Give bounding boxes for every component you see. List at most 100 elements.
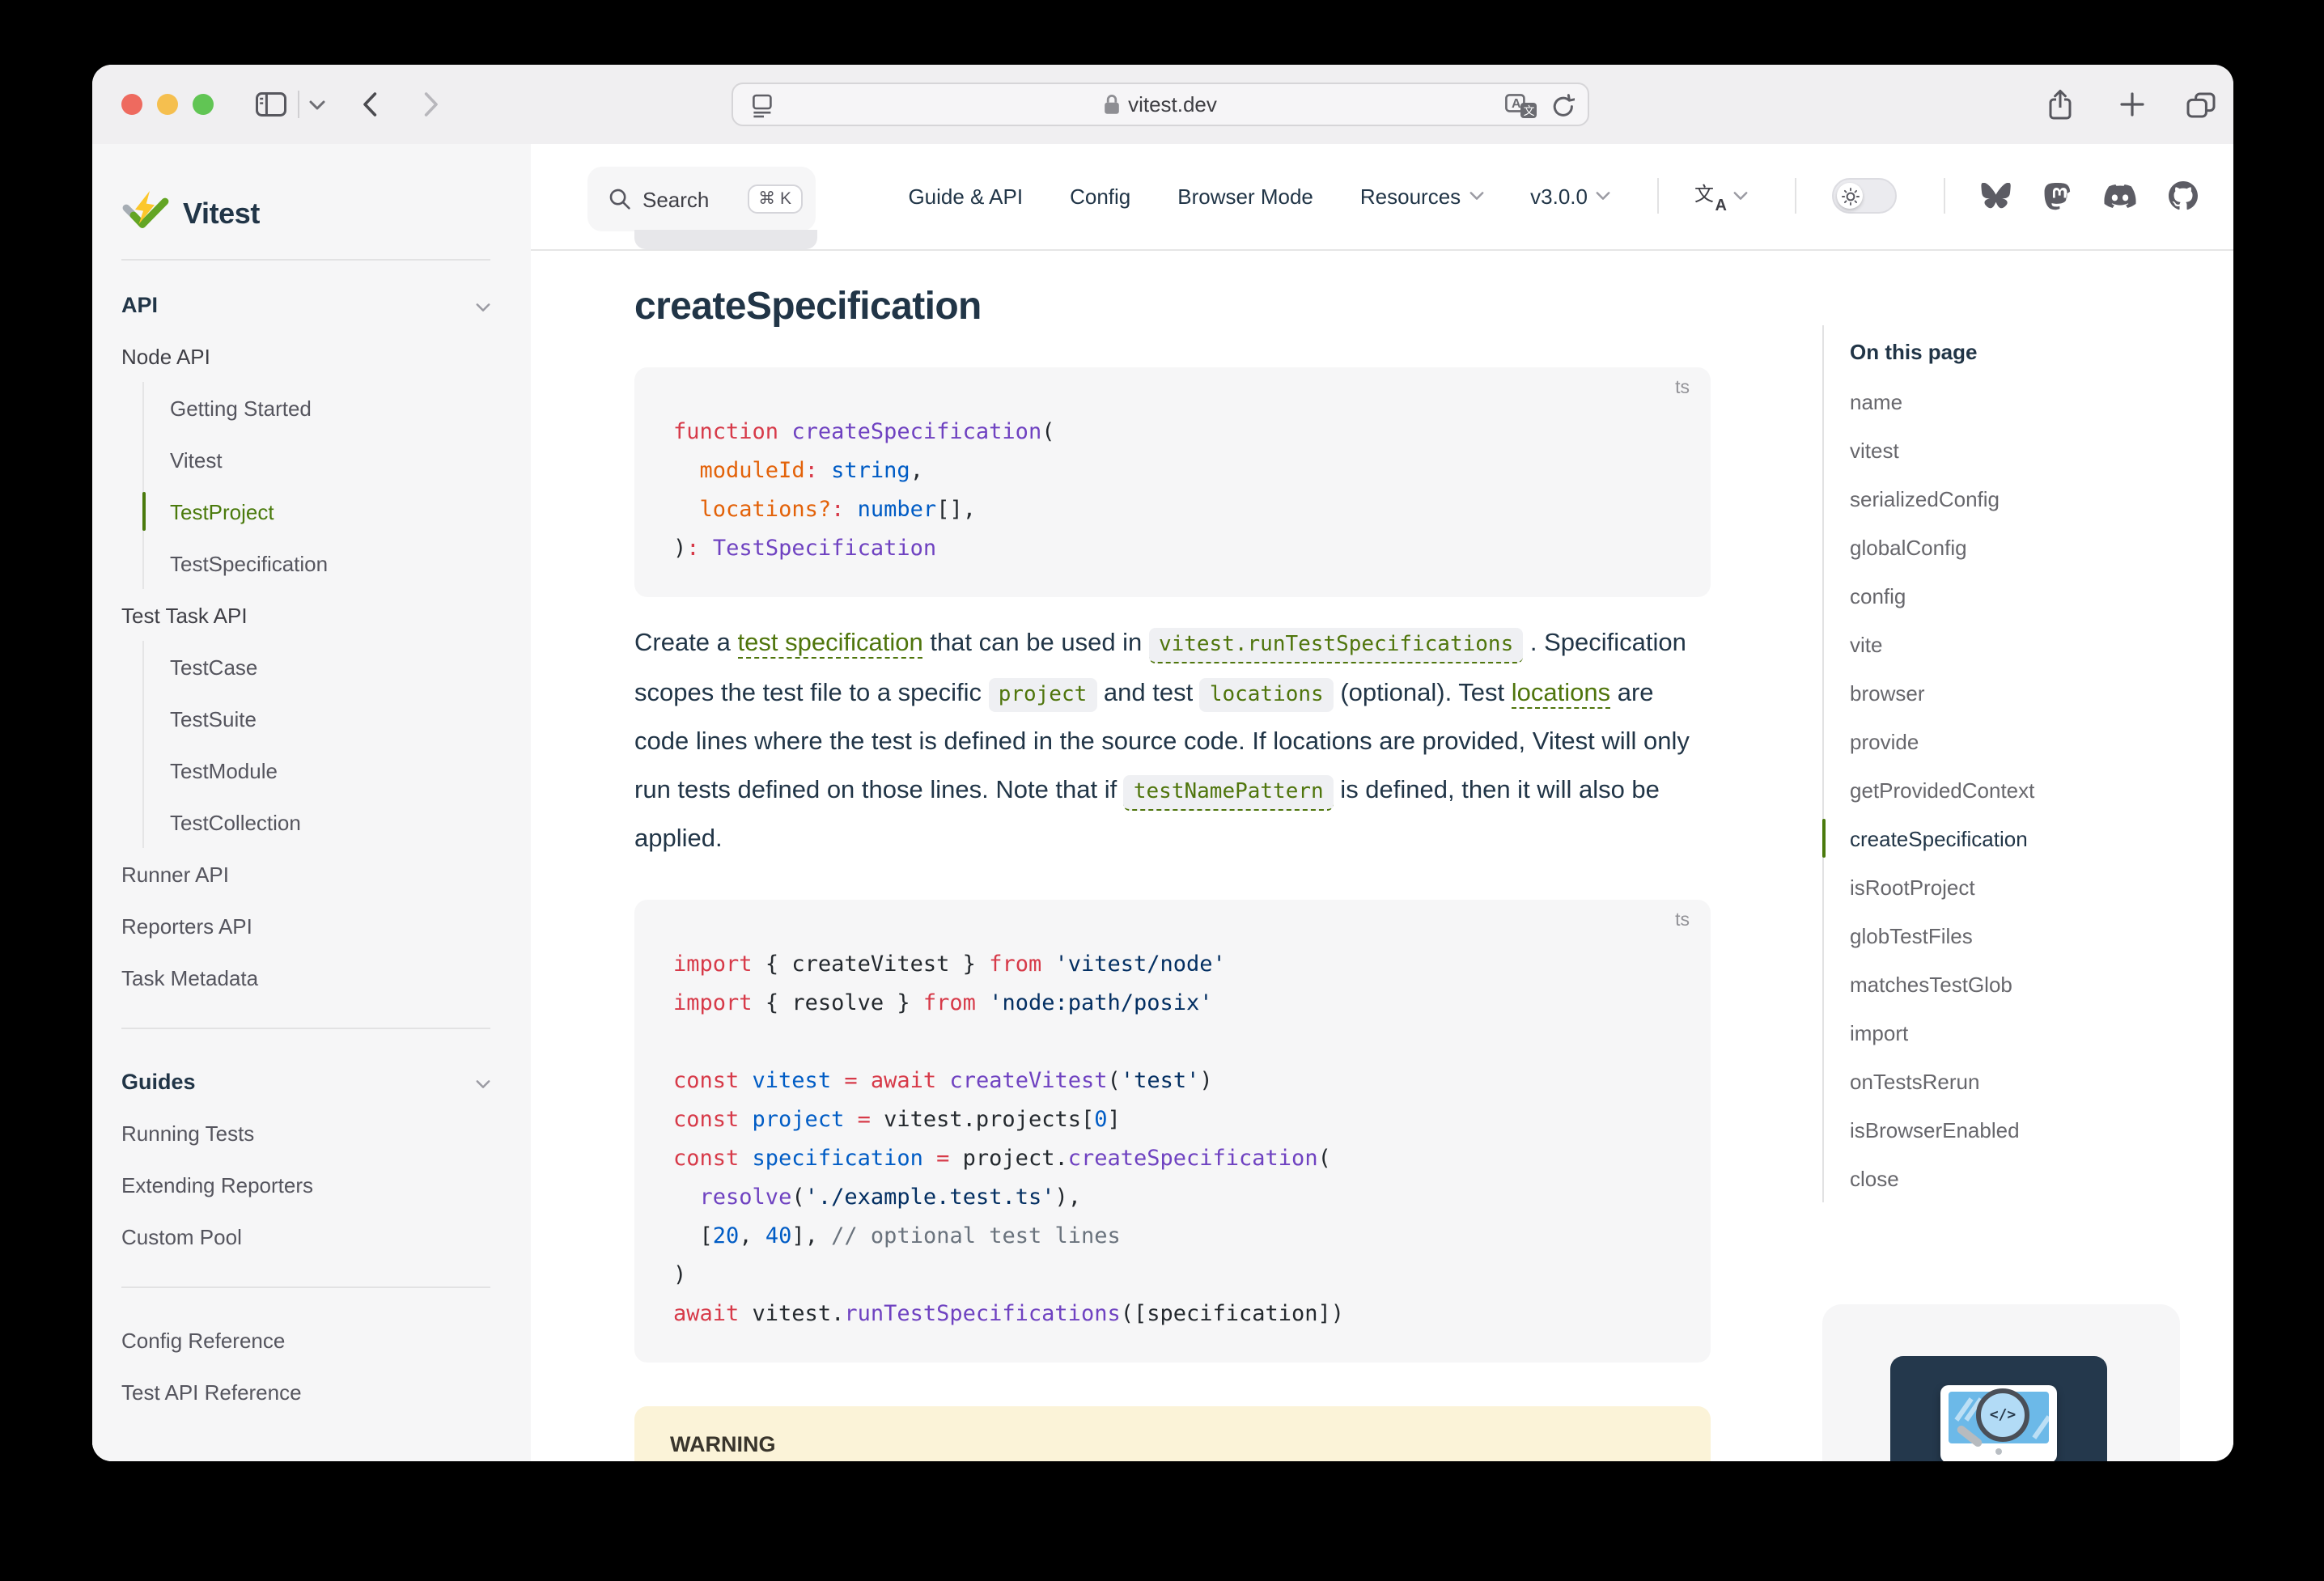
toc-item-globalconfig[interactable]: globalConfig bbox=[1850, 523, 2195, 571]
chevron-down-icon bbox=[1733, 191, 1748, 201]
paragraph-text: (optional). Test bbox=[1334, 679, 1512, 706]
translate-icon[interactable]: A文 bbox=[1503, 66, 1539, 146]
browser-window: vitest.dev A文 bbox=[92, 65, 2233, 1461]
toc-item-import[interactable]: import bbox=[1850, 1008, 2195, 1057]
toc-item-vite[interactable]: vite bbox=[1850, 620, 2195, 668]
new-tab-icon[interactable] bbox=[2115, 65, 2148, 144]
sidebar-item-getting started[interactable]: Getting Started bbox=[170, 382, 490, 434]
sidebar-item-testproject[interactable]: TestProject bbox=[170, 485, 490, 537]
search-input[interactable]: Search ⌘ K bbox=[587, 167, 816, 231]
sidebar-item-testspecification[interactable]: TestSpecification bbox=[170, 537, 490, 589]
sidebar-item-extending-reporters[interactable]: Extending Reporters bbox=[121, 1159, 490, 1210]
share-icon[interactable] bbox=[2044, 65, 2076, 144]
sidebar-item-testcase[interactable]: TestCase bbox=[170, 641, 490, 693]
site-title: Vitest bbox=[183, 197, 260, 231]
code-lang-badge: ts bbox=[1675, 379, 1690, 398]
sidebar-label: Node API bbox=[121, 344, 210, 368]
browser-toolbar: vitest.dev A文 bbox=[92, 65, 2233, 146]
reload-icon[interactable] bbox=[1549, 66, 1578, 146]
theme-toggle-knob bbox=[1837, 183, 1863, 209]
toc-item-name[interactable]: name bbox=[1850, 377, 2195, 426]
example-code-block: ts import { createVitest } from 'vitest/… bbox=[634, 899, 1711, 1362]
header-divider bbox=[1795, 178, 1796, 214]
search-icon bbox=[609, 188, 631, 210]
language-menu[interactable]: 文A bbox=[1694, 182, 1748, 210]
search-placeholder: Search bbox=[642, 187, 709, 211]
sidebar-item-running-tests[interactable]: Running Tests bbox=[121, 1107, 490, 1159]
sidebar: Vitest APINode APIGetting StartedVitestT… bbox=[92, 144, 531, 1461]
sidebar-group-node-api[interactable]: Node API bbox=[121, 330, 490, 382]
sidebar-item-testcollection[interactable]: TestCollection bbox=[170, 796, 490, 848]
mastodon-icon[interactable] bbox=[2044, 181, 2072, 210]
sidebar-section-api[interactable]: API bbox=[121, 278, 490, 330]
zoom-window-button[interactable] bbox=[192, 94, 213, 115]
chevron-down-icon bbox=[1469, 191, 1483, 201]
toc-item-serializedconfig[interactable]: serializedConfig bbox=[1850, 474, 2195, 523]
close-window-button[interactable] bbox=[121, 94, 142, 115]
sidebar-toggle-icon[interactable] bbox=[252, 65, 288, 144]
doc-link[interactable]: test specification bbox=[738, 629, 923, 659]
sponsor-card[interactable]: </> bbox=[1822, 1304, 2180, 1461]
sponsor-illustration: </> bbox=[1890, 1356, 2107, 1461]
url-text: vitest.dev bbox=[1128, 92, 1217, 117]
sidebar-item-vitest[interactable]: Vitest bbox=[170, 434, 490, 485]
sidebar-item-reporters-api[interactable]: Reporters API bbox=[121, 900, 490, 952]
doc-link[interactable]: locations bbox=[1512, 679, 1610, 708]
inline-code-link[interactable]: vitest.runTestSpecifications bbox=[1149, 628, 1523, 663]
sidebar-item-testsuite[interactable]: TestSuite bbox=[170, 693, 490, 744]
address-bar[interactable]: vitest.dev A文 bbox=[732, 83, 1589, 126]
toc-item-globtestfiles[interactable]: globTestFiles bbox=[1850, 911, 2195, 960]
minimize-window-button[interactable] bbox=[156, 94, 177, 115]
discord-icon[interactable] bbox=[2104, 184, 2136, 208]
bluesky-icon[interactable] bbox=[1981, 182, 2012, 210]
page-content: Vitest APINode APIGetting StartedVitestT… bbox=[92, 144, 2233, 1461]
header-divider bbox=[1944, 178, 1945, 214]
chevron-down-icon bbox=[476, 1079, 490, 1088]
sidebar-label: Running Tests bbox=[121, 1121, 254, 1145]
chevron-down-icon bbox=[476, 302, 490, 312]
nav-link-config[interactable]: Config bbox=[1070, 184, 1130, 208]
chevron-down-icon bbox=[1596, 191, 1610, 201]
toc-item-vitest[interactable]: vitest bbox=[1850, 426, 2195, 474]
toc-item-close[interactable]: close bbox=[1850, 1154, 2195, 1202]
vitest-logo-icon bbox=[121, 191, 170, 236]
sidebar-label: API bbox=[121, 292, 158, 316]
sidebar-label: Config Reference bbox=[121, 1328, 285, 1352]
toc-item-isrootproject[interactable]: isRootProject bbox=[1850, 863, 2195, 911]
sidebar-label: Custom Pool bbox=[121, 1224, 242, 1248]
nav-link-browser-mode[interactable]: Browser Mode bbox=[1177, 184, 1313, 208]
back-button[interactable] bbox=[354, 65, 384, 144]
tab-overview-icon[interactable] bbox=[2183, 65, 2219, 144]
nav-link-guide-api[interactable]: Guide & API bbox=[908, 184, 1023, 208]
toc-item-browser[interactable]: browser bbox=[1850, 668, 2195, 717]
github-icon[interactable] bbox=[2169, 181, 2198, 210]
sidebar-item-runner-api[interactable]: Runner API bbox=[121, 848, 490, 900]
toc-item-getprovidedcontext[interactable]: getProvidedContext bbox=[1850, 765, 2195, 814]
sidebar-subitems: Getting StartedVitestTestProjectTestSpec… bbox=[142, 382, 490, 589]
vitest-logo[interactable]: Vitest bbox=[92, 144, 531, 246]
inline-code-link[interactable]: testNamePattern bbox=[1124, 774, 1334, 810]
sidebar-item-test-api-reference[interactable]: Test API Reference bbox=[121, 1366, 490, 1418]
screen: vitest.dev A文 bbox=[0, 0, 2324, 1581]
sidebar-item-task-metadata[interactable]: Task Metadata bbox=[121, 952, 490, 1003]
sidebar-chevron-icon[interactable] bbox=[306, 65, 329, 144]
toc-item-config[interactable]: config bbox=[1850, 571, 2195, 620]
sidebar-group-test-task-api[interactable]: Test Task API bbox=[121, 589, 490, 641]
sidebar-item-config-reference[interactable]: Config Reference bbox=[121, 1314, 490, 1366]
toc-item-ontestsrerun[interactable]: onTestsRerun bbox=[1850, 1057, 2195, 1105]
sidebar-section-guides[interactable]: Guides bbox=[121, 1055, 490, 1107]
description-paragraph: Create a test specification that can be … bbox=[634, 620, 1711, 863]
sidebar-item-custom-pool[interactable]: Custom Pool bbox=[121, 1210, 490, 1262]
nav-link-resources[interactable]: Resources bbox=[1360, 184, 1483, 208]
toc-item-createspecification[interactable]: createSpecification bbox=[1850, 814, 2195, 863]
toc-item-isbrowserenabled[interactable]: isBrowserEnabled bbox=[1850, 1105, 2195, 1154]
sidebar-section-divider bbox=[121, 1286, 490, 1288]
theme-toggle[interactable] bbox=[1832, 178, 1897, 214]
header-nav: Guide & API Config Browser Mode Resources v3… bbox=[861, 144, 2198, 248]
toc-item-provide[interactable]: provide bbox=[1850, 717, 2195, 765]
forward-button[interactable] bbox=[416, 65, 445, 144]
toc-item-matchestestglob[interactable]: matchesTestGlob bbox=[1850, 960, 2195, 1008]
sidebar-item-testmodule[interactable]: TestModule bbox=[170, 744, 490, 796]
nav-link-v3-0-0[interactable]: v3.0.0 bbox=[1530, 184, 1610, 208]
sidebar-label: Task Metadata bbox=[121, 965, 258, 990]
